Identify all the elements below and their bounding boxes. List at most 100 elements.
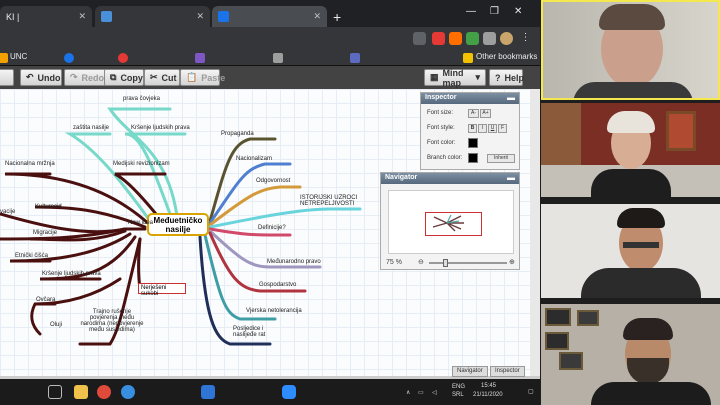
participant-video-tile[interactable] — [541, 304, 720, 405]
mindmap-node[interactable]: Kršenje ljudskih prava — [42, 271, 101, 277]
mindmap-node[interactable]: Etnički čišća — [15, 253, 48, 259]
clock-date[interactable]: 21/11/2020 — [473, 392, 503, 398]
mindmap-node[interactable]: Nacionalizam — [236, 156, 272, 162]
app-icon[interactable] — [201, 385, 215, 399]
cut-icon: ✂ — [150, 72, 158, 82]
clock-time[interactable]: 15:45 — [481, 383, 496, 389]
zoom-slider-handle[interactable] — [443, 259, 448, 267]
mindmap-node[interactable]: Medijski revizionizam — [113, 161, 170, 167]
mindmap-node[interactable]: vacije — [0, 209, 15, 215]
volume-icon[interactable]: ◁ — [432, 389, 437, 396]
mindmap-icon: ▦ — [430, 72, 439, 82]
participant-video-tile-active[interactable] — [541, 0, 720, 100]
extensions-puzzle-icon[interactable] — [483, 32, 496, 45]
cut-button[interactable]: ✂ Cut — [144, 69, 180, 86]
mindmap-node[interactable]: Ovčara — [36, 297, 55, 303]
profile-avatar[interactable] — [500, 32, 513, 45]
mindmap-node[interactable]: New idea — [128, 220, 153, 226]
extension-icon[interactable] — [432, 32, 445, 45]
selected-node[interactable]: Nerješeni sukobi — [138, 283, 186, 297]
notifications-icon[interactable]: ▢ — [528, 388, 534, 395]
font-color-swatch[interactable] — [468, 138, 478, 148]
mindmap-node[interactable]: Gospodarstvo — [259, 282, 296, 288]
mindmap-node[interactable]: Vjerska netolerancija — [246, 308, 302, 314]
browser-tab[interactable]: KI | ✕ — [0, 6, 92, 27]
bookmark-item[interactable]: UNC — [10, 52, 27, 61]
inspector-toggle-tab[interactable]: Inspector — [490, 366, 525, 377]
mindmap-node[interactable]: Nacionalna mržnja — [5, 161, 55, 167]
mindmap-menu-button[interactable]: ▦ Mind map ▾ — [424, 68, 486, 88]
italic-button[interactable]: I — [478, 124, 487, 133]
minimize-panel-icon[interactable]: ▬ — [507, 93, 515, 102]
participant-video-tile[interactable] — [541, 103, 720, 197]
browser-tab-active[interactable]: ✕ — [212, 6, 327, 27]
close-window-icon[interactable]: ✕ — [514, 6, 522, 17]
mindmap-node[interactable]: zaštita nasilje — [73, 125, 109, 131]
mindmap-node[interactable]: Definicije? — [258, 225, 286, 231]
task-view-icon[interactable] — [48, 385, 62, 399]
navigator-panel: Navigator ▬ 75 % ⊖ ⊕ — [380, 172, 520, 270]
language-indicator[interactable]: ENG — [452, 384, 465, 390]
wall-picture — [545, 308, 571, 326]
branch — [64, 132, 152, 223]
network-icon[interactable]: ▭ — [418, 389, 424, 396]
minimize-panel-icon[interactable]: ▬ — [507, 173, 515, 182]
close-tab-icon[interactable]: ✕ — [78, 11, 86, 22]
copy-button[interactable]: ⧉ Copy — [104, 69, 144, 86]
bookmark-icon[interactable] — [273, 53, 283, 63]
bookmark-icon[interactable] — [195, 53, 205, 63]
font-size-down-button[interactable]: A- — [468, 109, 479, 118]
navigator-preview[interactable] — [388, 190, 514, 254]
bookmark-star-icon[interactable] — [413, 32, 426, 45]
inherit-button[interactable]: Inherit — [487, 154, 515, 163]
mindmap-node[interactable]: Međunarodno pravo — [267, 259, 321, 265]
chrome-active-icon[interactable] — [121, 385, 135, 399]
map-thumbnail — [432, 214, 464, 232]
underline-button[interactable]: U — [488, 124, 497, 133]
mindmap-node[interactable]: Kulturocid — [35, 204, 62, 210]
extension-icon[interactable] — [466, 32, 479, 45]
new-tab-button[interactable]: + — [333, 9, 341, 25]
bookmark-icon[interactable] — [118, 53, 128, 63]
region-indicator[interactable]: SRL — [452, 392, 464, 398]
close-tab-icon[interactable]: ✕ — [196, 11, 204, 22]
other-bookmarks[interactable]: Other bookmarks — [476, 52, 537, 61]
mindmap-node[interactable]: Propaganda — [221, 131, 254, 137]
zoom-in-icon[interactable]: ⊕ — [509, 258, 515, 266]
zoom-slider[interactable] — [429, 262, 507, 264]
mindmap-node[interactable]: ISTORIJSKI UZROCI NETREPELJIVOSTI — [300, 195, 360, 207]
redo-button[interactable]: ↷ Redo — [64, 69, 106, 86]
browser-tab[interactable]: ✕ — [95, 6, 210, 27]
mindmap-node[interactable]: Odgovornost — [256, 178, 290, 184]
strikethrough-button[interactable]: F — [498, 124, 507, 133]
minimize-icon[interactable]: — — [466, 6, 476, 17]
font-size-up-button[interactable]: A+ — [480, 109, 491, 118]
mindmap-node[interactable]: Oluji — [50, 322, 62, 328]
participant-video-tile[interactable] — [541, 204, 720, 298]
help-button[interactable]: ? Help — [489, 69, 524, 86]
mindmap-node[interactable]: Migracije — [33, 230, 57, 236]
undo-button[interactable]: ↶ Undo — [20, 69, 62, 86]
mindmap-node[interactable]: Kršenje ljudskih prava — [131, 125, 190, 131]
close-tab-icon[interactable]: ✕ — [313, 11, 321, 22]
chrome-icon[interactable] — [97, 385, 111, 399]
paste-button[interactable]: 📋 Paste — [180, 69, 225, 86]
zoom-out-icon[interactable]: ⊖ — [418, 258, 424, 266]
tray-chevron-icon[interactable]: ∧ — [406, 389, 410, 396]
navigator-toggle-tab[interactable]: Navigator — [452, 366, 488, 377]
bookmark-icon[interactable] — [64, 53, 74, 63]
vertical-scrollbar[interactable] — [530, 89, 540, 376]
file-explorer-icon[interactable] — [74, 385, 88, 399]
toolbar-edge-button[interactable] — [0, 69, 14, 86]
mindmap-node[interactable]: Posljedice i naslijeđe rat — [233, 326, 285, 338]
maximize-icon[interactable]: ❐ — [490, 6, 499, 17]
mindmap-node[interactable]: Trajno rušenje povjerenja među narodima … — [79, 309, 145, 333]
mindmap-node[interactable]: prava čovjeka — [123, 96, 160, 102]
extension-icon[interactable] — [449, 32, 462, 45]
branch-color-swatch[interactable] — [468, 153, 478, 163]
zoom-app-icon[interactable] — [282, 385, 296, 399]
browser-menu-icon[interactable]: ⋮ — [519, 32, 532, 45]
bold-button[interactable]: B — [468, 124, 477, 133]
bookmark-icon[interactable] — [350, 53, 360, 63]
root-node[interactable]: Međuetničko nasilje — [147, 213, 209, 236]
